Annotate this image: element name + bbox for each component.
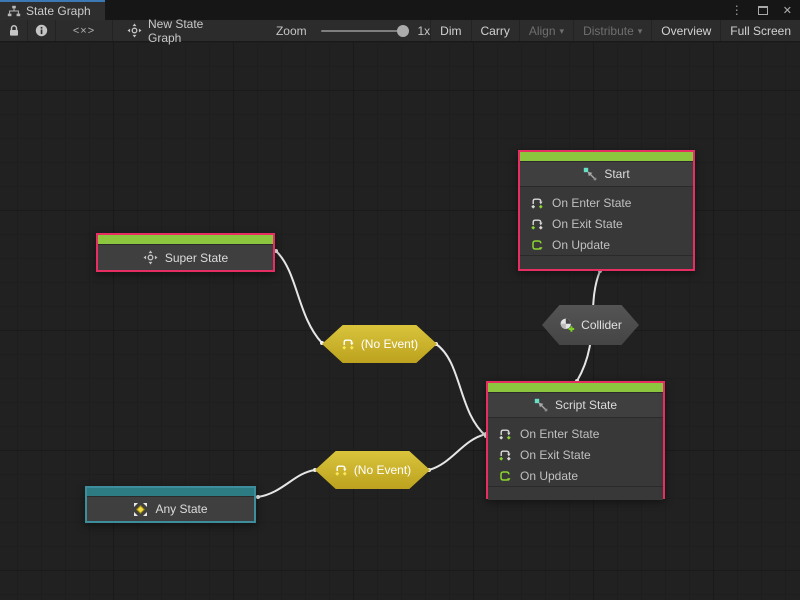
on-enter-state-icon bbox=[498, 427, 512, 441]
start-node-title: Start bbox=[520, 161, 693, 187]
graph-name-group[interactable]: New State Graph bbox=[127, 17, 236, 45]
full-screen-button[interactable]: Full Screen bbox=[720, 20, 800, 41]
transition-edge-icon bbox=[583, 167, 597, 181]
state-graph-move-icon bbox=[127, 23, 142, 38]
event-row-on-enter[interactable]: On Enter State bbox=[520, 192, 693, 213]
overview-button[interactable]: Overview bbox=[651, 20, 720, 41]
tab-title: State Graph bbox=[26, 4, 91, 18]
any-state-title-label: Any State bbox=[155, 502, 207, 516]
overview-label: Overview bbox=[661, 24, 711, 38]
event-row-on-exit[interactable]: On Exit State bbox=[488, 444, 663, 465]
event-label: On Exit State bbox=[520, 448, 591, 462]
no-event-label: (No Event) bbox=[361, 337, 418, 351]
on-update-icon bbox=[498, 469, 512, 483]
event-label: On Enter State bbox=[520, 427, 599, 441]
super-state-color-bar bbox=[98, 235, 273, 244]
on-exit-state-icon bbox=[498, 448, 512, 462]
node-collider[interactable]: Collider bbox=[542, 305, 639, 345]
script-state-title: Script State bbox=[488, 392, 663, 418]
start-title-label: Start bbox=[604, 167, 629, 181]
node-footer bbox=[488, 486, 663, 500]
no-event-transition-icon bbox=[334, 463, 348, 477]
distribute-button[interactable]: Distribute ▾ bbox=[573, 20, 651, 41]
start-state-color-bar bbox=[520, 152, 693, 161]
info-icon bbox=[35, 24, 48, 37]
no-event-label: (No Event) bbox=[354, 463, 411, 477]
node-any-state[interactable]: Any State bbox=[85, 486, 256, 523]
code-view-button[interactable]: <×> bbox=[56, 20, 113, 41]
lock-button[interactable] bbox=[0, 20, 28, 41]
node-footer bbox=[520, 255, 693, 269]
full-screen-label: Full Screen bbox=[730, 24, 791, 38]
window-menu-icon[interactable]: ⋮ bbox=[731, 3, 743, 17]
event-row-on-enter[interactable]: On Enter State bbox=[488, 423, 663, 444]
carry-label: Carry bbox=[481, 24, 510, 38]
close-icon[interactable]: ✕ bbox=[783, 4, 792, 17]
info-button[interactable] bbox=[28, 20, 56, 41]
any-state-title: Any State bbox=[87, 496, 254, 521]
event-label: On Update bbox=[552, 238, 610, 252]
dim-button[interactable]: Dim bbox=[430, 20, 470, 41]
code-icon: <×> bbox=[73, 25, 95, 37]
carry-button[interactable]: Carry bbox=[471, 20, 519, 41]
on-exit-state-icon bbox=[530, 217, 544, 231]
align-button[interactable]: Align ▾ bbox=[519, 20, 573, 41]
event-row-on-exit[interactable]: On Exit State bbox=[520, 213, 693, 234]
graph-name-label: New State Graph bbox=[148, 17, 236, 45]
event-label: On Enter State bbox=[552, 196, 631, 210]
align-label: Align bbox=[529, 24, 556, 38]
node-no-event-top[interactable]: (No Event) bbox=[322, 325, 437, 363]
distribute-label: Distribute bbox=[583, 24, 634, 38]
any-state-icon bbox=[133, 502, 148, 517]
event-row-on-update[interactable]: On Update bbox=[520, 234, 693, 255]
super-state-title-label: Super State bbox=[165, 251, 228, 265]
start-event-list: On Enter State On Exit State bbox=[520, 187, 693, 255]
tab-state-graph[interactable]: State Graph bbox=[0, 0, 105, 20]
tab-bar: State Graph ⋮ ✕ bbox=[0, 0, 800, 20]
script-state-color-bar bbox=[488, 383, 663, 392]
collider-label: Collider bbox=[581, 318, 622, 332]
super-state-move-icon bbox=[143, 250, 158, 265]
no-event-transition-icon bbox=[341, 337, 355, 351]
zoom-label: Zoom bbox=[276, 24, 307, 38]
script-state-title-label: Script State bbox=[555, 398, 617, 412]
state-graph-window: State Graph ⋮ ✕ bbox=[0, 0, 800, 600]
zoom-slider[interactable] bbox=[321, 30, 406, 32]
zoom-value: 1x bbox=[417, 24, 430, 38]
toolbar-main-segment: New State Graph Zoom 1x bbox=[113, 20, 430, 41]
window-controls: ⋮ ✕ bbox=[731, 0, 792, 20]
graph-hierarchy-icon bbox=[7, 5, 21, 18]
node-super-state[interactable]: Super State bbox=[96, 233, 275, 272]
script-event-list: On Enter State On Exit State bbox=[488, 418, 663, 486]
zoom-slider-handle[interactable] bbox=[397, 25, 409, 37]
node-no-event-bottom[interactable]: (No Event) bbox=[315, 451, 430, 489]
event-label: On Exit State bbox=[552, 217, 623, 231]
on-update-icon bbox=[530, 238, 544, 252]
node-start[interactable]: Start On Enter State bbox=[518, 150, 695, 271]
chevron-down-icon: ▾ bbox=[638, 26, 643, 37]
on-enter-state-icon bbox=[530, 196, 544, 210]
lock-icon bbox=[8, 24, 20, 37]
collider-icon bbox=[559, 317, 575, 333]
chevron-down-icon: ▾ bbox=[560, 26, 565, 37]
node-script-state[interactable]: Script State On Enter State bbox=[486, 381, 665, 499]
dim-label: Dim bbox=[440, 24, 461, 38]
transition-edge-icon bbox=[534, 398, 548, 412]
event-label: On Update bbox=[520, 469, 578, 483]
any-state-color-bar bbox=[87, 488, 254, 496]
maximize-icon[interactable] bbox=[758, 6, 768, 15]
graph-toolbar: <×> New State Graph Zoom 1x bbox=[0, 20, 800, 42]
super-state-title: Super State bbox=[98, 244, 273, 270]
event-row-on-update[interactable]: On Update bbox=[488, 465, 663, 486]
